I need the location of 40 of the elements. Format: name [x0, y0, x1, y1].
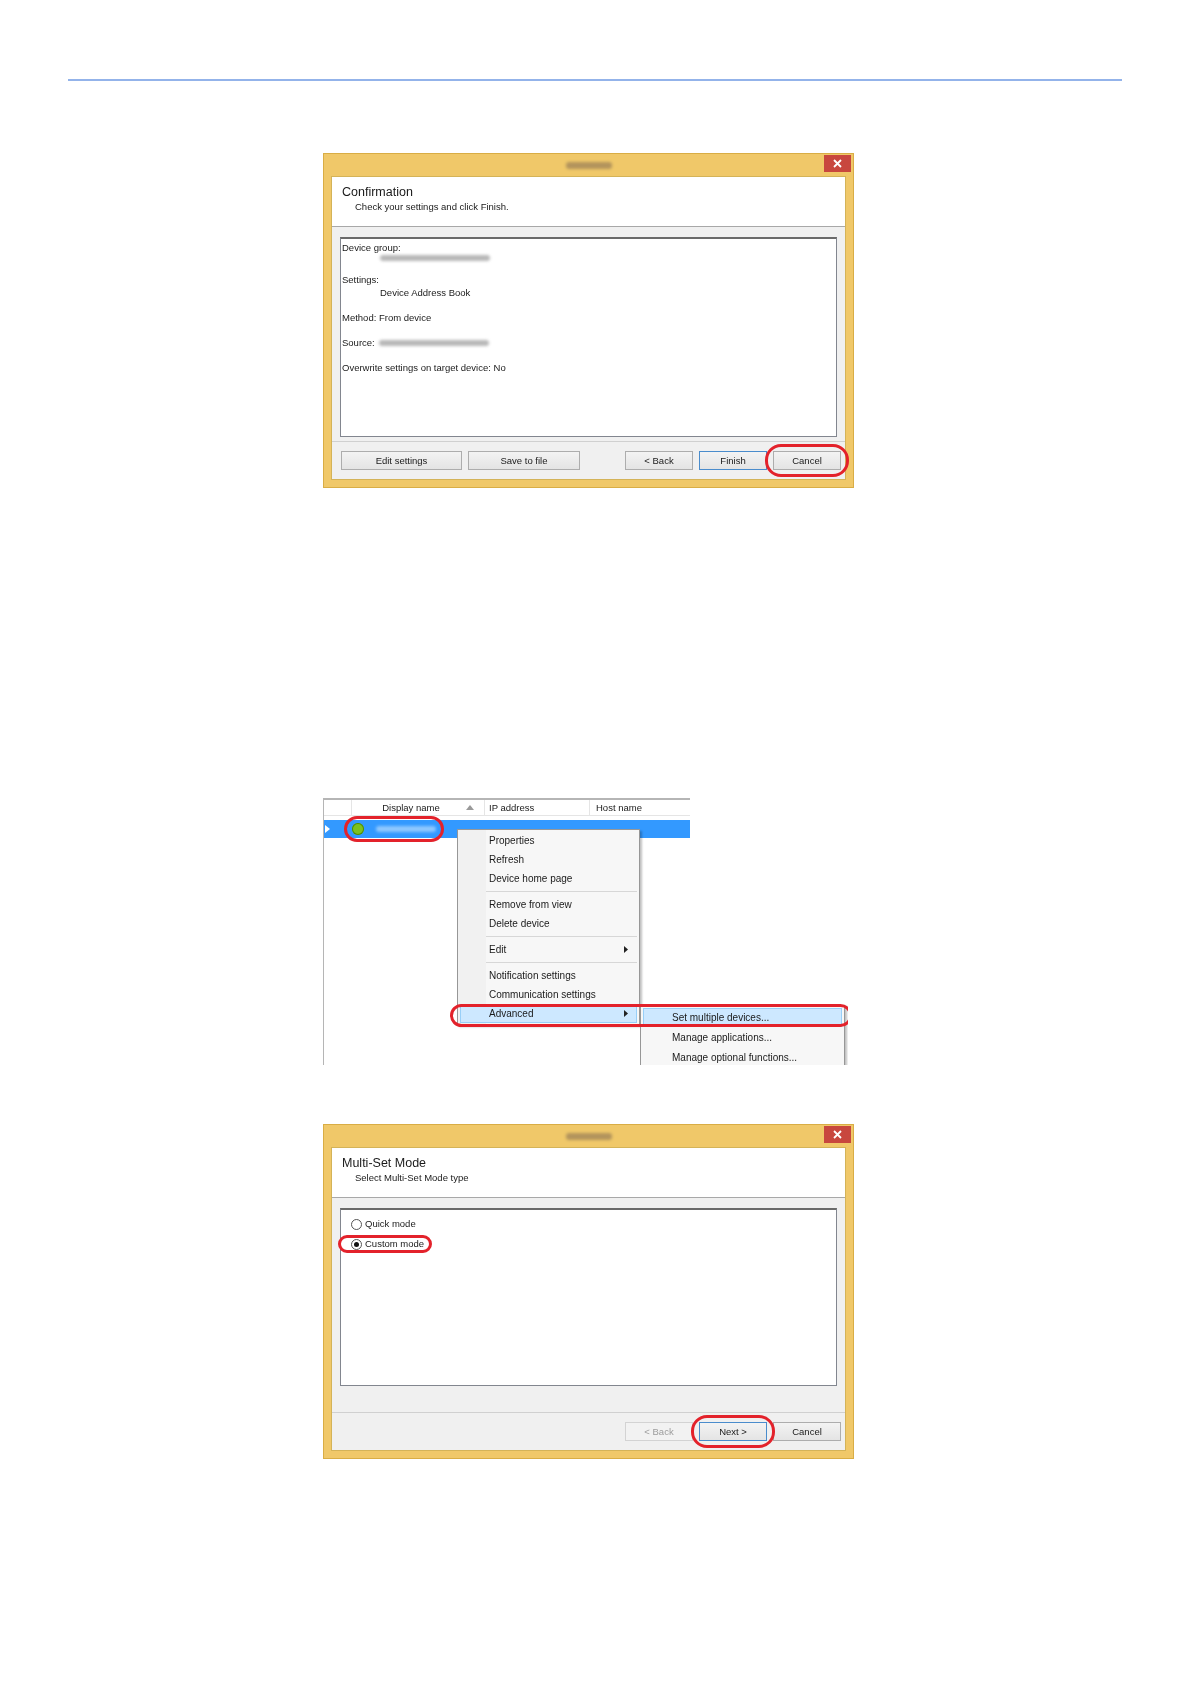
column-header[interactable]: Display name	[352, 800, 485, 815]
summary-text: Settings:	[342, 274, 379, 286]
summary-text: Method: From device	[342, 312, 432, 324]
menu-item[interactable]: Communication settings	[460, 985, 637, 1004]
summary-text: Device group:	[342, 242, 401, 254]
close-icon	[833, 1130, 842, 1139]
menu-item[interactable]: Manage optional functions...	[643, 1048, 842, 1065]
radio-button[interactable]	[351, 1218, 362, 1230]
menu-item[interactable]: Refresh	[460, 850, 637, 869]
menu-item[interactable]: Manage applications...	[643, 1028, 842, 1047]
summary-value: Device Address Book	[380, 287, 471, 299]
menu-item[interactable]: Delete device	[460, 914, 637, 933]
summary-text: Source:	[342, 337, 375, 349]
menu-item[interactable]: Device home page	[460, 869, 637, 888]
dialog-button[interactable]: Next >	[699, 1422, 767, 1441]
menu-item[interactable]: Properties	[460, 831, 637, 850]
page-instruction: Select Multi-Set Mode type	[355, 1172, 470, 1183]
dialog-button[interactable]: Save to file	[468, 451, 580, 470]
menu-item[interactable]: Notification settings	[460, 966, 637, 985]
close-button[interactable]	[824, 1126, 851, 1143]
close-icon	[833, 159, 842, 168]
menu-item[interactable]: Edit	[460, 940, 637, 959]
column-header[interactable]: IP address	[485, 800, 590, 815]
page-instruction: Check your settings and click Finish.	[355, 201, 510, 212]
submenu-arrow-icon	[624, 946, 628, 953]
submenu-arrow-icon	[624, 1010, 628, 1017]
page-heading: Multi-Set Mode	[342, 1156, 428, 1170]
dialog-button[interactable]: < Back	[625, 451, 693, 470]
dialog-button[interactable]: Cancel	[773, 451, 841, 470]
radio-button[interactable]	[351, 1238, 362, 1250]
dialog-button[interactable]: Edit settings	[341, 451, 462, 470]
column-header[interactable]: Host name	[590, 800, 690, 815]
page-heading: Confirmation	[342, 185, 414, 199]
close-button[interactable]	[824, 155, 851, 172]
summary-text: Overwrite settings on target device: No	[342, 362, 506, 374]
option-label[interactable]: Custom mode	[365, 1238, 425, 1250]
option-label[interactable]: Quick mode	[365, 1218, 416, 1230]
dialog-button[interactable]: Cancel	[773, 1422, 841, 1441]
dialog-button[interactable]: Finish	[699, 451, 767, 470]
menu-item[interactable]: Remove from view	[460, 895, 637, 914]
